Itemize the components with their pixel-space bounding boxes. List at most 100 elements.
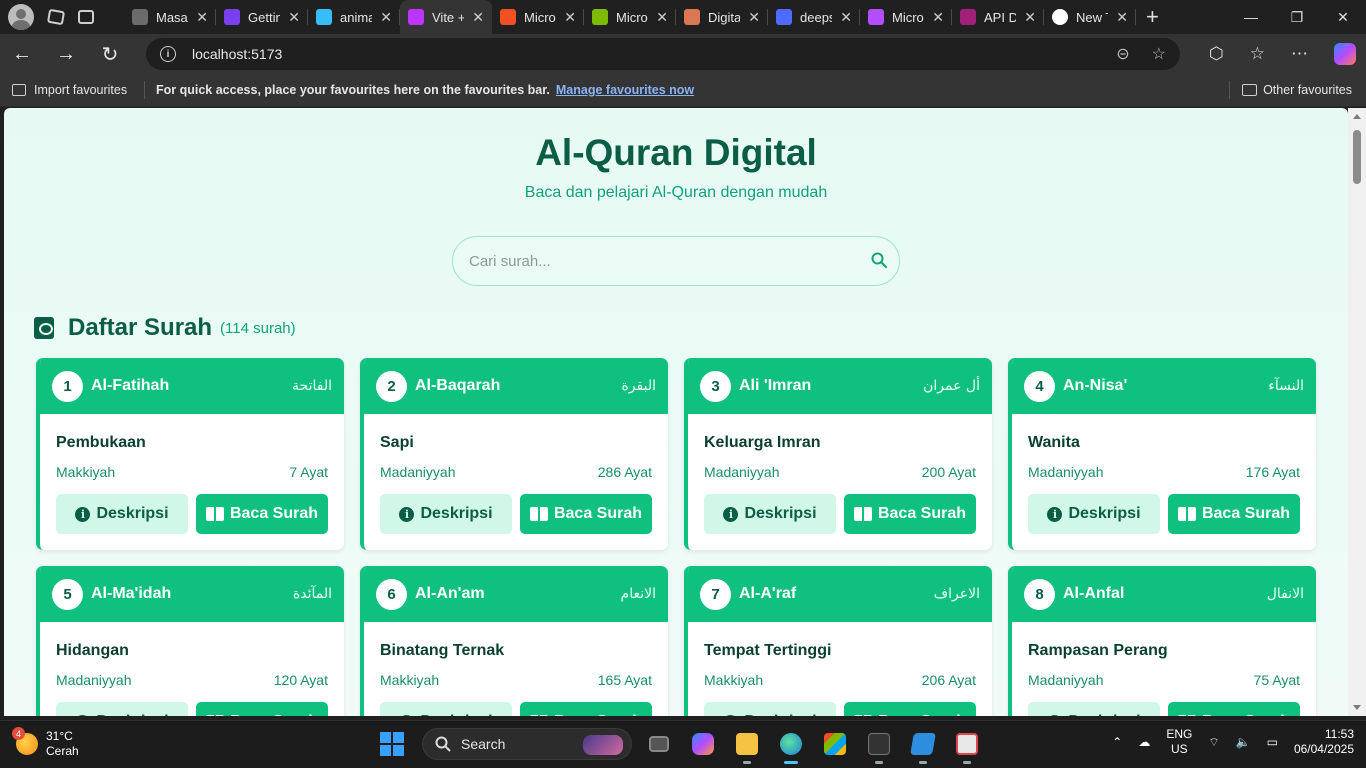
restore-button[interactable]: ❐ <box>1274 0 1320 34</box>
system-clock[interactable]: 11:53 06/04/2025 <box>1294 727 1354 757</box>
read-surah-button[interactable]: Baca Surah <box>844 494 976 534</box>
surah-meaning: Pembukaan <box>56 434 146 451</box>
browser-tab[interactable]: Micro ✕ <box>860 0 952 34</box>
search-input[interactable] <box>469 252 899 270</box>
description-button[interactable]: i Deskripsi <box>704 494 836 534</box>
copilot-icon[interactable] <box>1334 43 1356 65</box>
surah-card[interactable]: 1 Al-Fatihah الفاتحة Pembukaan Makkiyah 7 Aya… <box>36 358 344 550</box>
read-surah-button[interactable]: Baca Surah <box>520 494 652 534</box>
surah-meaning: Sapi <box>380 434 414 451</box>
workspaces-icon[interactable] <box>46 8 66 26</box>
favourite-star-icon[interactable]: ☆ <box>1152 44 1166 64</box>
task-view-icon[interactable] <box>642 727 676 761</box>
browser-tab[interactable]: Digita ✕ <box>676 0 768 34</box>
surah-card[interactable]: 3 Ali 'Imran أل عمران Keluarga Imran Madaniy… <box>684 358 992 550</box>
browser-tab[interactable]: anima ✕ <box>308 0 400 34</box>
tab-close-icon[interactable]: ✕ <box>1116 9 1128 26</box>
search-icon[interactable] <box>871 252 887 268</box>
site-info-icon[interactable]: i <box>160 46 176 62</box>
scroll-down-icon[interactable] <box>1353 705 1361 710</box>
scroll-thumb[interactable] <box>1353 130 1361 184</box>
browser-tab[interactable]: Micro ✕ <box>492 0 584 34</box>
surah-card[interactable]: 6 Al-An'am الانعام Binatang Ternak Makkiyah 1… <box>360 566 668 716</box>
read-aloud-icon[interactable]: ⊝ <box>1116 44 1129 64</box>
wifi-icon[interactable]: ⌔ <box>1208 735 1219 750</box>
description-button[interactable]: i Deskripsi <box>704 702 836 716</box>
tab-actions-icon[interactable] <box>78 10 94 24</box>
onedrive-cloud-icon[interactable]: ☁ <box>1138 735 1150 749</box>
edge-browser-icon[interactable] <box>774 727 808 764</box>
vscode-icon[interactable] <box>906 727 940 764</box>
scroll-up-icon[interactable] <box>1353 114 1361 119</box>
tab-favicon-icon <box>316 9 332 25</box>
read-surah-button[interactable]: Baca Surah <box>844 702 976 716</box>
manage-favourites-link[interactable]: Manage favourites now <box>556 83 694 97</box>
browser-tab[interactable]: Gettin ✕ <box>216 0 308 34</box>
search-box[interactable] <box>452 236 900 286</box>
show-hidden-icons-icon[interactable]: ⌃ <box>1112 735 1122 749</box>
description-button[interactable]: i Deskripsi <box>380 702 512 716</box>
input-language[interactable]: ENG US <box>1166 727 1192 757</box>
browser-tab[interactable]: Masal ✕ <box>124 0 216 34</box>
tab-close-icon[interactable]: ✕ <box>380 9 392 26</box>
refresh-button[interactable]: ↻ <box>88 34 132 74</box>
browser-tab[interactable]: Micro ✕ <box>584 0 676 34</box>
import-favourites-button[interactable]: Import favourites <box>0 83 144 97</box>
terminal-icon[interactable] <box>862 727 896 764</box>
description-button[interactable]: i Deskripsi <box>56 702 188 716</box>
tab-close-icon[interactable]: ✕ <box>748 9 760 26</box>
address-bar[interactable]: i localhost:5173 ⊝ ☆ <box>146 38 1180 70</box>
tab-close-icon[interactable]: ✕ <box>1024 9 1036 26</box>
read-surah-button[interactable]: Baca Surah <box>196 494 328 534</box>
read-surah-button[interactable]: Baca Surah <box>520 702 652 716</box>
surah-card[interactable]: 4 An-Nisa' النسآء Wanita Madaniyyah 176 Ayat i… <box>1008 358 1316 550</box>
tab-close-icon[interactable]: ✕ <box>564 9 576 26</box>
tab-close-icon[interactable]: ✕ <box>288 9 300 26</box>
tab-title: Micro <box>892 9 924 25</box>
minimize-button[interactable]: — <box>1228 0 1274 34</box>
file-explorer-icon[interactable] <box>730 727 764 764</box>
favourites-icon[interactable]: ☆ <box>1250 44 1265 64</box>
back-button[interactable]: ← <box>0 34 44 74</box>
battery-icon[interactable]: ▭ <box>1267 735 1278 749</box>
browser-tab[interactable]: deeps ✕ <box>768 0 860 34</box>
surah-card[interactable]: 2 Al-Baqarah البقرة Sapi Madaniyyah 286 Ayat i… <box>360 358 668 550</box>
tab-close-icon[interactable]: ✕ <box>932 9 944 26</box>
close-window-button[interactable]: ✕ <box>1320 0 1366 34</box>
start-button[interactable] <box>380 732 404 756</box>
read-surah-button[interactable]: Baca Surah <box>196 702 328 716</box>
new-tab-button[interactable]: + <box>1146 4 1159 30</box>
weather-widget[interactable]: 4 31°C Cerah <box>12 727 79 759</box>
profile-avatar-icon[interactable] <box>8 4 34 30</box>
surah-card[interactable]: 7 Al-A'raf الاعراف Tempat Tertinggi Makkiyah… <box>684 566 992 716</box>
browser-tab-strip: Masal ✕ Gettin ✕ anima ✕ Vite + ✕ Micro ✕ Micro ✕ Di… <box>0 0 1366 34</box>
browser-tab[interactable]: API D ✕ <box>952 0 1044 34</box>
browser-tab[interactable]: Vite + ✕ <box>400 0 492 34</box>
description-button[interactable]: i Deskripsi <box>1028 702 1160 716</box>
settings-more-icon[interactable]: ⋯ <box>1291 44 1308 64</box>
surah-card[interactable]: 5 Al-Ma'idah المآئدة Hidangan Madaniyyah 120 … <box>36 566 344 716</box>
surah-card[interactable]: 8 Al-Anfal الانفال Rampasan Perang Madaniyya… <box>1008 566 1316 716</box>
forward-button[interactable]: → <box>44 34 88 74</box>
tab-close-icon[interactable]: ✕ <box>196 9 208 26</box>
description-button[interactable]: i Deskripsi <box>56 494 188 534</box>
description-button[interactable]: i Deskripsi <box>380 494 512 534</box>
other-favourites-button[interactable]: Other favourites <box>1242 83 1352 97</box>
browser-tab[interactable]: New T ✕ <box>1044 0 1136 34</box>
description-label: Deskripsi <box>420 505 493 522</box>
microsoft-store-icon[interactable] <box>818 727 852 761</box>
read-surah-button[interactable]: Baca Surah <box>1168 494 1300 534</box>
read-surah-label: Baca Surah <box>229 505 319 522</box>
description-button[interactable]: i Deskripsi <box>1028 494 1160 534</box>
tab-close-icon[interactable]: ✕ <box>656 9 668 26</box>
read-surah-button[interactable]: Baca Surah <box>1168 702 1300 716</box>
page-scrollbar[interactable] <box>1348 108 1366 716</box>
tab-close-icon[interactable]: ✕ <box>472 9 484 26</box>
volume-icon[interactable]: 🔈 <box>1236 735 1251 749</box>
snipping-tool-icon[interactable] <box>950 727 984 764</box>
taskbar-search[interactable]: Search <box>422 728 632 760</box>
tab-close-icon[interactable]: ✕ <box>840 9 852 26</box>
url-text[interactable]: localhost:5173 <box>192 46 282 62</box>
extensions-icon[interactable]: ⬡ <box>1209 44 1224 64</box>
copilot-app-icon[interactable] <box>686 727 720 761</box>
